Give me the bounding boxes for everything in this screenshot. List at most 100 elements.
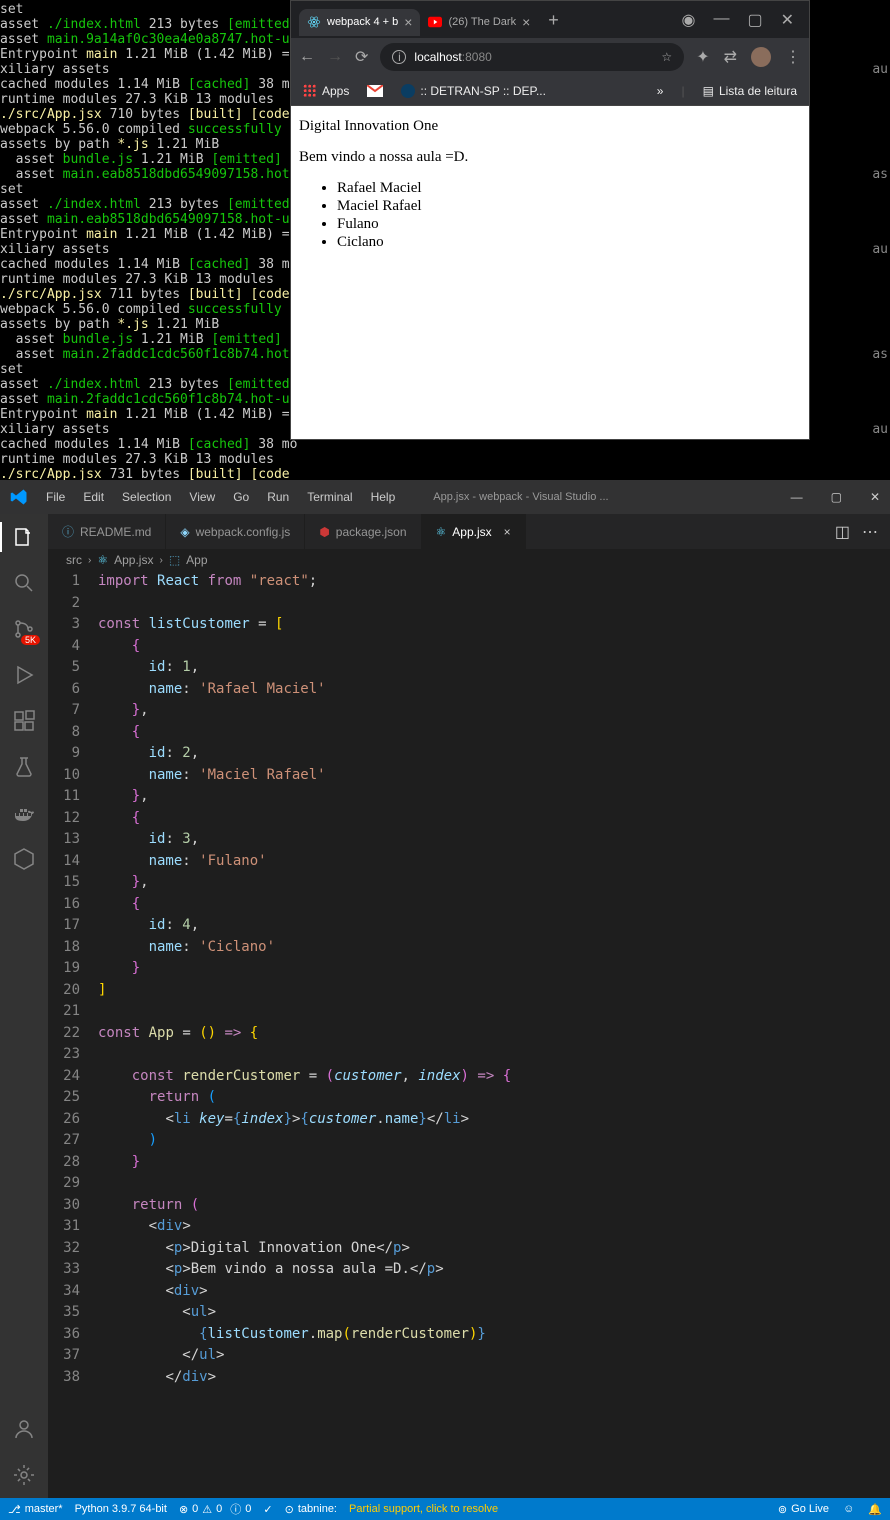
forward-button[interactable]: → [327,48,343,66]
npm-icon: ⬢ [319,525,329,539]
run-debug-icon[interactable] [11,662,37,688]
toolbar-icons: ✦ ⇄ ⋮ [696,47,801,67]
gmail-bookmark[interactable] [367,85,383,97]
warning-icon: ⚠ [202,1503,212,1516]
editor-tabs: ⓘ README.md ◈ webpack.config.js ⬢ packag… [48,514,890,549]
page-content: Digital Innovation One Bem vindo a nossa… [291,106,809,439]
status-bar: ⎇ master* Python 3.9.7 64-bit ⊗0 ⚠0 ⓘ0 ✓… [0,1498,890,1520]
close-button[interactable]: ✕ [870,490,880,504]
editor-tab-active[interactable]: ⚛ App.jsx × [422,514,526,549]
hexagon-icon[interactable] [11,846,37,872]
more-bookmarks-icon[interactable]: » [657,84,664,98]
menu-help[interactable]: Help [371,490,396,504]
bookmark-star-icon[interactable]: ☆ [661,50,672,64]
list-item: Rafael Maciel [337,180,801,197]
code-content[interactable]: import React from "react"; const listCus… [98,571,890,1498]
browser-tabs: webpack 4 + b × (26) The Dark × + [291,4,569,36]
go-live-button[interactable]: ⊚ Go Live [778,1503,829,1516]
menu-run[interactable]: Run [267,490,289,504]
tab-title: webpack 4 + b [327,16,398,28]
close-button[interactable]: ✕ [781,10,794,30]
customize-icon[interactable]: ⇄ [724,47,737,67]
more-actions-icon[interactable]: ⋯ [862,522,878,542]
testing-icon[interactable] [11,754,37,780]
menu-go[interactable]: Go [233,490,249,504]
apps-button[interactable]: Apps [303,84,349,98]
menu-file[interactable]: File [46,490,65,504]
docker-icon[interactable] [11,800,37,826]
source-control-icon[interactable]: 5K [11,616,37,642]
address-bar[interactable]: i localhost:8080 ☆ [380,43,684,71]
menu-view[interactable]: View [189,490,215,504]
chevron-right-icon: › [88,555,91,566]
maximize-button[interactable]: ▢ [747,10,762,30]
editor-tab[interactable]: ⓘ README.md [48,514,166,549]
info-icon: ⓘ [230,1501,241,1517]
info-icon[interactable]: i [392,50,406,64]
address-text: localhost:8080 [414,50,491,64]
editor-area: ⓘ README.md ◈ webpack.config.js ⬢ packag… [48,514,890,1498]
maximize-button[interactable]: ▢ [831,490,842,504]
close-icon[interactable]: × [522,14,530,30]
feedback-icon[interactable]: ☺ [843,1503,854,1515]
page-text: Bem vindo a nossa aula =D. [299,149,801,166]
python-version[interactable]: Python 3.9.7 64-bit [75,1503,167,1515]
menu-icon[interactable]: ⋮ [785,47,801,67]
browser-titlebar[interactable]: webpack 4 + b × (26) The Dark × + ◉ — ▢ … [291,1,809,38]
branch-indicator[interactable]: ⎇ master* [8,1503,63,1516]
split-editor-icon[interactable]: ◫ [835,522,850,542]
browser-tab-active[interactable]: webpack 4 + b × [299,9,420,36]
vscode-window: File Edit Selection View Go Run Terminal… [0,480,890,1520]
list-item: Fulano [337,216,801,233]
code-editor[interactable]: 1234567891011121314151617181920212223242… [48,571,890,1498]
settings-icon[interactable] [11,1462,37,1488]
broadcast-icon: ⊚ [778,1503,787,1516]
browser-toolbar: ← → ⟳ i localhost:8080 ☆ ✦ ⇄ ⋮ [291,38,809,76]
menu-terminal[interactable]: Terminal [307,490,352,504]
react-icon [307,15,321,29]
back-button[interactable]: ← [299,48,315,66]
breadcrumbs[interactable]: src › ⚛ App.jsx › ⬚ App [48,549,890,571]
bell-icon[interactable]: 🔔 [868,1503,882,1516]
editor-tab[interactable]: ⬢ package.json [305,514,421,549]
extensions-icon[interactable]: ✦ [696,47,709,67]
search-icon[interactable] [11,570,37,596]
badge: 5K [21,635,40,645]
new-tab-button[interactable]: + [538,10,569,36]
editor-tab[interactable]: ◈ webpack.config.js [166,514,305,549]
window-title: App.jsx - webpack - Visual Studio ... [433,491,608,503]
close-icon[interactable]: × [404,14,412,30]
info-icon: ⓘ [62,523,74,540]
webpack-icon: ◈ [180,525,189,539]
browser-tab[interactable]: (26) The Dark × [420,9,538,36]
tab-actions: ◫ ⋯ [835,514,890,549]
tabnine-status[interactable]: ⊙ tabnine: [285,1503,337,1516]
extensions-icon[interactable] [11,708,37,734]
explorer-icon[interactable] [11,524,37,550]
vscode-logo-icon [10,488,28,506]
customer-list: Rafael MacielMaciel RafaelFulanoCiclano [299,180,801,251]
problems-indicator[interactable]: ⊗0 ⚠0 ⓘ0 [179,1501,251,1517]
bookmarks-bar: Apps :: DETRAN-SP :: DEP... » | ▤ Lista … [291,76,809,106]
window-controls: ◉ — ▢ ✕ [682,10,810,30]
close-icon[interactable]: × [504,525,511,539]
reload-button[interactable]: ⟳ [355,47,368,67]
page-heading: Digital Innovation One [299,118,801,135]
partial-support[interactable]: Partial support, click to resolve [349,1503,498,1515]
chevron-right-icon: › [159,555,162,566]
minimize-button[interactable]: — [791,490,803,504]
activity-bar: 5K [0,514,48,1498]
menu-selection[interactable]: Selection [122,490,171,504]
react-icon: ⚛ [436,525,447,539]
error-icon: ⊗ [179,1503,188,1516]
minimize-button[interactable]: — [713,10,729,30]
avatar[interactable] [751,47,771,67]
menu-edit[interactable]: Edit [83,490,104,504]
reading-list-button[interactable]: ▤ Lista de leitura [703,84,797,98]
bookmark-item[interactable]: :: DETRAN-SP :: DEP... [401,84,546,98]
vscode-titlebar[interactable]: File Edit Selection View Go Run Terminal… [0,480,890,514]
incognito-icon: ◉ [682,10,696,30]
list-item: Maciel Rafael [337,198,801,215]
check-icon[interactable]: ✓ [263,1503,272,1516]
account-icon[interactable] [11,1416,37,1442]
